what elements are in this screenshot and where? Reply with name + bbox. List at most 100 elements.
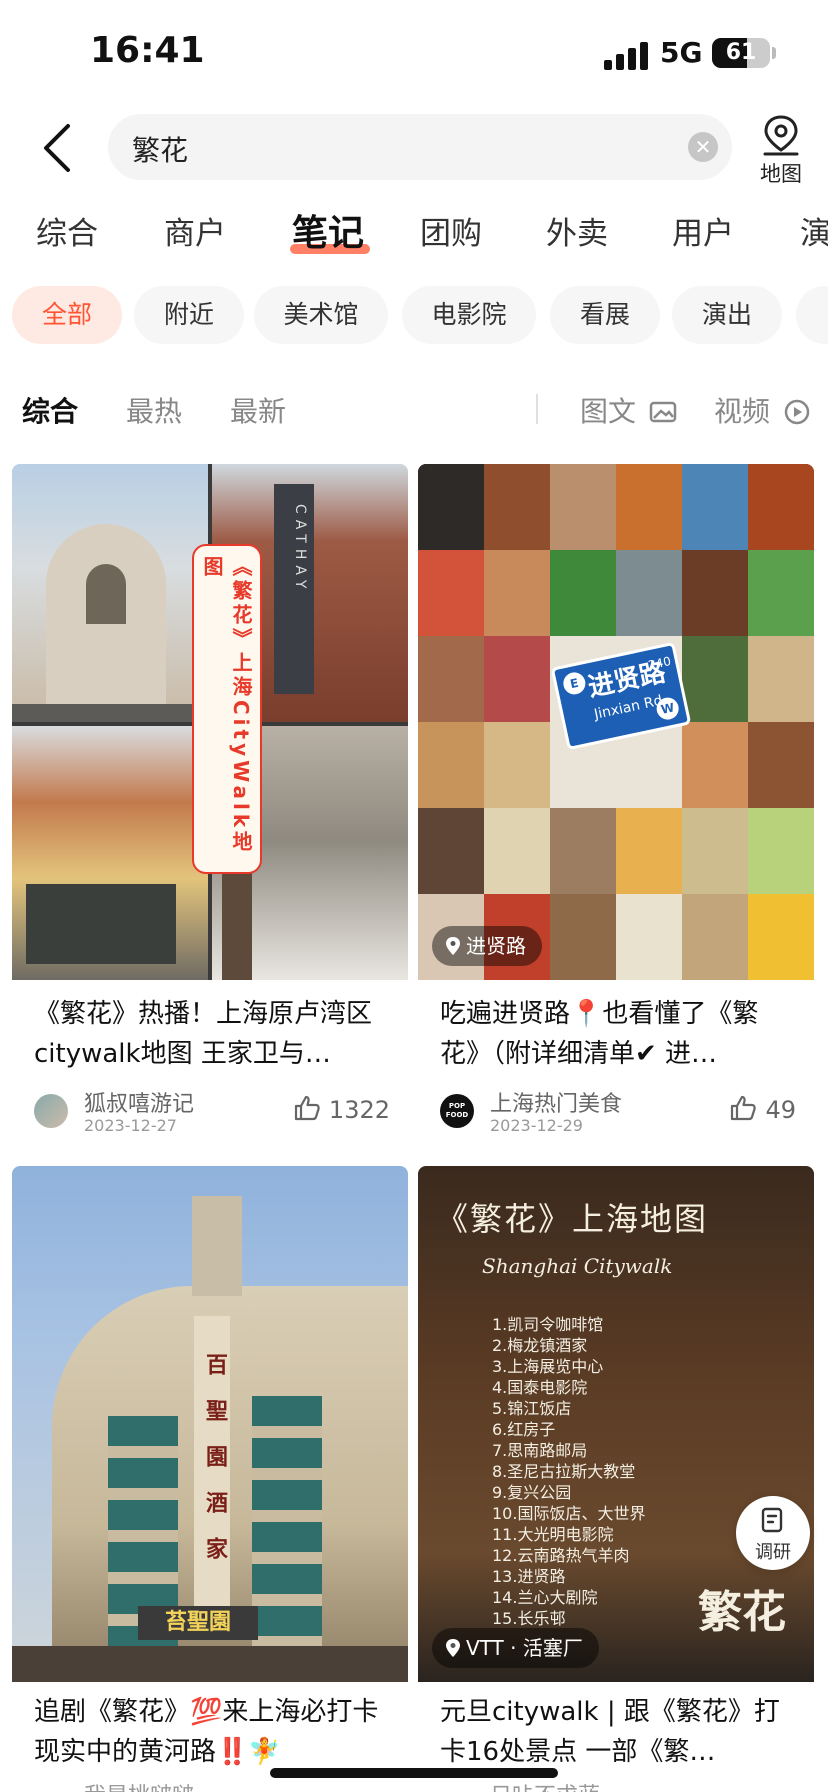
- poster-list-item: 1.凯司令咖啡馆: [492, 1315, 604, 1334]
- battery-level: 61: [725, 40, 757, 65]
- location-tag[interactable]: 进贤路: [432, 926, 542, 966]
- note-title: 《繁花》热播！上海原卢湾区citywalk地图 王家卫与…: [34, 999, 373, 1069]
- sign-cathay: CATHAY: [292, 504, 308, 595]
- note-cover-image: 《繁花》上海地图 Shanghai Citywalk 1.凯司令咖啡馆 2.梅龙镇…: [418, 1166, 814, 1682]
- poster-list-item: 2.梅龙镇酒家: [492, 1336, 588, 1355]
- tab-merchants[interactable]: 商户: [164, 208, 226, 253]
- like-button[interactable]: 1322: [293, 1094, 390, 1124]
- sort-row: 综合 最热 最新 图文 视频: [0, 384, 828, 434]
- map-label: 地图: [760, 162, 802, 186]
- tab-comprehensive[interactable]: 综合: [36, 208, 98, 253]
- note-card[interactable]: 《繁花》上海地图 Shanghai Citywalk 1.凯司令咖啡馆 2.梅龙镇…: [418, 1166, 814, 1792]
- note-cover-image: E 进贤路 240 Jinxian Rd. W 进贤路: [418, 464, 814, 980]
- home-indicator: [270, 1768, 558, 1778]
- like-button[interactable]: 49: [729, 1094, 796, 1124]
- status-time: 16:41: [90, 30, 205, 71]
- map-pin-icon: [763, 115, 799, 156]
- poster-list-item: 12.云南路热气羊肉: [492, 1546, 630, 1565]
- note-title: 吃遍进贤路📍也看懂了《繁花》（附详细清单✔ 进…: [440, 999, 759, 1069]
- location-text: 进贤路: [466, 934, 526, 958]
- filter-chips: 全部 附近 美术馆 电影院 看展 演出 展: [0, 286, 828, 348]
- research-label: 调研: [755, 1542, 791, 1563]
- tab-notes[interactable]: 笔记: [292, 204, 364, 256]
- sort-comprehensive[interactable]: 综合: [22, 390, 78, 430]
- research-button[interactable]: 调研: [736, 1496, 810, 1570]
- author-name[interactable]: 狐叔嘻游记: [84, 1086, 194, 1118]
- back-button[interactable]: [38, 120, 78, 176]
- thumbs-up-icon: [731, 1095, 757, 1121]
- poster-list-item: 4.国泰电影院: [492, 1378, 588, 1397]
- network-type: 5G: [660, 36, 703, 69]
- poster-list-item: 11.大光明电影院: [492, 1525, 614, 1544]
- image-icon: [649, 401, 677, 423]
- note-card[interactable]: E 进贤路 240 Jinxian Rd. W 进贤路 吃遍进贤路📍也看懂了《繁…: [418, 464, 814, 1154]
- location-tag[interactable]: VTT · 活塞厂: [432, 1628, 599, 1668]
- clear-search-button[interactable]: ✕: [688, 132, 718, 162]
- chip-art-museum[interactable]: 美术馆: [254, 286, 388, 344]
- avatar[interactable]: POP FOOD: [440, 1094, 474, 1128]
- poster-brand: 繁花: [698, 1587, 786, 1638]
- author-name[interactable]: 上海热门美食: [490, 1086, 622, 1118]
- chip-exhibition[interactable]: 看展: [550, 286, 660, 344]
- note-card[interactable]: CATHAY 《繁花》上海CityWalk地图 《繁花》热播！上海原卢湾区cit…: [12, 464, 408, 1154]
- chip-performance[interactable]: 演出: [672, 286, 782, 344]
- tab-users[interactable]: 用户: [672, 208, 734, 253]
- post-date: 2023-12-27: [84, 1116, 177, 1135]
- chip-cinema[interactable]: 电影院: [402, 286, 536, 344]
- main-tabs: 综合 商户 笔记 团购 外卖 用户 演: [0, 200, 828, 260]
- sort-divider: [536, 394, 538, 424]
- poster-list-item: 5.锦江饭店: [492, 1399, 572, 1418]
- author-row: POP FOOD 上海热门美食 2023-12-29 49: [440, 1086, 796, 1135]
- note-title: 元旦citywalk | 跟《繁花》打卡16处景点 一部《繁…: [440, 1697, 780, 1767]
- poster-place-list: 1.凯司令咖啡馆 2.梅龙镇酒家 3.上海展览中心 4.国泰电影院 5.锦江饭店 6.红房…: [492, 1314, 645, 1629]
- like-count: 1322: [328, 1096, 390, 1124]
- author-name[interactable]: 日咔不求蓝: [490, 1778, 600, 1792]
- note-card[interactable]: 百聖園酒家 苔聖園 追剧《繁花》💯来上海必打卡现实中的黄河路‼️🧚 我是桃啵啵: [12, 1166, 408, 1792]
- note-title: 追剧《繁花》💯来上海必打卡现实中的黄河路‼️🧚: [34, 1697, 379, 1767]
- chip-all[interactable]: 全部: [12, 286, 122, 344]
- note-cover-image: CATHAY 《繁花》上海CityWalk地图: [12, 464, 408, 980]
- thumbs-up-icon: [294, 1095, 320, 1121]
- shop-sign: 苔聖園: [138, 1606, 258, 1640]
- poster-list-item: 3.上海展览中心: [492, 1357, 604, 1376]
- chevron-left-icon: [44, 124, 70, 172]
- status-bar: 16:41 5G 61: [0, 0, 828, 110]
- post-date: 2023-12-29: [490, 1116, 583, 1135]
- video-label: 视频: [714, 395, 771, 428]
- poster-list-item: 13.进贤路: [492, 1567, 566, 1586]
- poster-title: 《繁花》上海地图: [436, 1200, 709, 1238]
- tab-shows[interactable]: 演: [800, 208, 828, 253]
- poster-list-item: 9.复兴公园: [492, 1483, 572, 1502]
- signal-icon: [604, 42, 650, 70]
- map-button[interactable]: 地图: [750, 112, 812, 188]
- location-pin-icon: [446, 1639, 460, 1657]
- poster-list-item: 8.圣尼古拉斯大教堂: [492, 1462, 636, 1481]
- author-row: 狐叔嘻游记 2023-12-27 1322: [34, 1086, 390, 1135]
- sort-newest[interactable]: 最新: [230, 390, 286, 430]
- author-name[interactable]: 我是桃啵啵: [84, 1778, 194, 1792]
- vertical-sign: 百聖園酒家: [194, 1316, 230, 1606]
- poster-list-item: 14.兰心大剧院: [492, 1588, 598, 1607]
- battery-icon: 61: [712, 38, 770, 68]
- note-cover-image: 百聖園酒家 苔聖園: [12, 1166, 408, 1682]
- tab-group-buy[interactable]: 团购: [420, 208, 482, 253]
- poster-list-item: 6.红房子: [492, 1420, 556, 1439]
- chip-nearby[interactable]: 附近: [134, 286, 244, 344]
- poster-list-item: 7.思南路邮局: [492, 1441, 588, 1460]
- play-circle-icon: [784, 399, 810, 425]
- tab-delivery[interactable]: 外卖: [546, 208, 608, 253]
- image-text-label: 图文: [580, 395, 637, 428]
- chip-more[interactable]: 展: [796, 286, 828, 344]
- sort-hottest[interactable]: 最热: [126, 390, 182, 430]
- location-text: VTT · 活塞厂: [466, 1636, 583, 1660]
- location-pin-icon: [446, 937, 460, 955]
- avatar[interactable]: [34, 1094, 68, 1128]
- edit-note-icon: [761, 1507, 783, 1533]
- like-count: 49: [765, 1096, 796, 1124]
- filter-video[interactable]: 视频: [714, 390, 811, 430]
- battery-cap: [772, 47, 776, 59]
- search-input[interactable]: 繁花 ✕: [108, 114, 732, 180]
- filter-image-text[interactable]: 图文: [580, 390, 677, 430]
- poster-list-item: 10.国际饭店、大世界: [492, 1504, 646, 1523]
- search-query: 繁花: [132, 134, 189, 167]
